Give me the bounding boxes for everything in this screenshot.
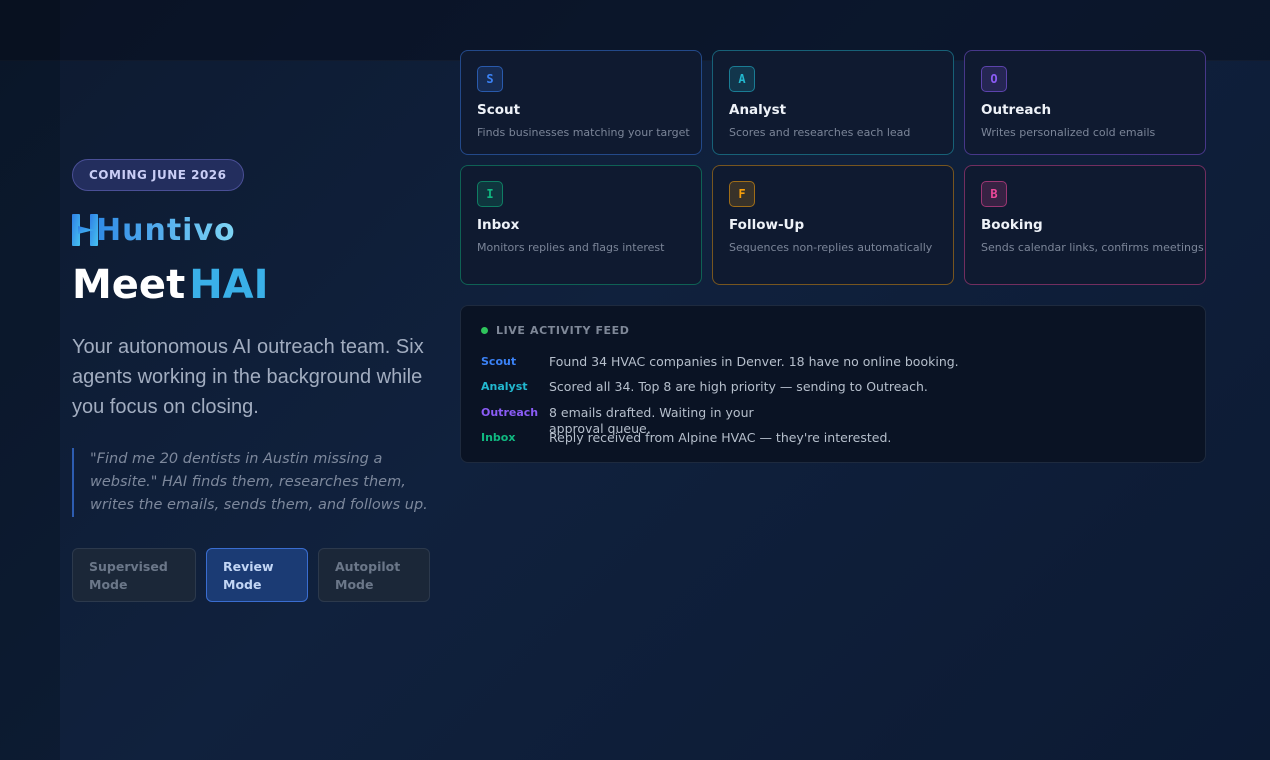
agent-name: Booking bbox=[981, 217, 1043, 233]
title-meet: Meet bbox=[72, 262, 186, 308]
left-strip bbox=[0, 0, 60, 760]
feed-item: Inbox Reply received from Alpine HVAC — … bbox=[481, 430, 1049, 446]
hero-section: COMING JUNE 2026 Huntivo Meet HAI Your au… bbox=[72, 159, 432, 602]
agent-name: Inbox bbox=[477, 217, 520, 233]
agent-name: Follow-Up bbox=[729, 217, 805, 233]
agent-card-analyst: A Analyst Scores and researches each lea… bbox=[712, 50, 954, 155]
feed-header: LIVE ACTIVITY FEED bbox=[481, 324, 1185, 337]
review-mode-button[interactable]: Review Mode bbox=[206, 548, 308, 602]
agent-description: Finds businesses matching your target bbox=[477, 126, 690, 139]
title-hai: HAI bbox=[189, 262, 269, 308]
feed-agent: Analyst bbox=[481, 380, 528, 393]
feed-message: Scored all 34. Top 8 are high priority —… bbox=[549, 379, 928, 394]
agent-description: Sends calendar links, confirms meetings bbox=[981, 241, 1204, 254]
agent-card-booking: B Booking Sends calendar links, confirms… bbox=[964, 165, 1206, 285]
feed-message: Found 34 HVAC companies in Denver. 18 ha… bbox=[549, 354, 959, 369]
feed-item: Scout Found 34 HVAC companies in Denver.… bbox=[481, 354, 1049, 370]
scout-icon: S bbox=[477, 66, 503, 92]
autopilot-mode-button[interactable]: Autopilot Mode bbox=[318, 548, 430, 602]
feed-title: LIVE ACTIVITY FEED bbox=[496, 324, 630, 337]
agent-description: Monitors replies and flags interest bbox=[477, 241, 665, 254]
agent-name: Scout bbox=[477, 102, 521, 118]
feed-message: Reply received from Alpine HVAC — they'r… bbox=[549, 430, 892, 445]
agent-name: Analyst bbox=[729, 102, 787, 118]
hero-description: Your autonomous AI outreach team. Six ag… bbox=[72, 336, 424, 418]
agent-card-inbox: I Inbox Monitors replies and flags inter… bbox=[460, 165, 702, 285]
agent-description: Writes personalized cold emails bbox=[981, 126, 1156, 139]
agent-description: Scores and researches each lead bbox=[729, 126, 911, 139]
agent-name: Outreach bbox=[981, 102, 1052, 118]
live-dot-icon bbox=[481, 327, 488, 334]
outreach-icon: O bbox=[981, 66, 1007, 92]
live-activity-feed: LIVE ACTIVITY FEED Scout Found 34 HVAC c… bbox=[460, 305, 1206, 463]
mode-selector: Supervised Mode Review Mode Autopilot Mo… bbox=[72, 548, 432, 602]
coming-soon-badge: COMING JUNE 2026 bbox=[72, 159, 244, 191]
feed-item: Analyst Scored all 34. Top 8 are high pr… bbox=[481, 379, 1049, 395]
logo-text: Huntivo bbox=[96, 212, 236, 248]
page-title: Meet HAI bbox=[72, 262, 432, 308]
feed-agent: Scout bbox=[481, 355, 517, 368]
analyst-icon: A bbox=[729, 66, 755, 92]
agent-description: Sequences non-replies automatically bbox=[729, 241, 933, 254]
agent-card-scout: S Scout Finds businesses matching your t… bbox=[460, 50, 702, 155]
supervised-mode-button[interactable]: Supervised Mode bbox=[72, 548, 196, 602]
booking-icon: B bbox=[981, 181, 1007, 207]
example-quote: "Find me 20 dentists in Austin missing a… bbox=[72, 448, 430, 517]
agent-cards: S Scout Finds businesses matching your t… bbox=[460, 50, 1206, 285]
logo-h-icon bbox=[72, 214, 98, 246]
follow-up-icon: F bbox=[729, 181, 755, 207]
agent-card-follow-up: F Follow-Up Sequences non-replies automa… bbox=[712, 165, 954, 285]
inbox-icon: I bbox=[477, 181, 503, 207]
feed-agent: Inbox bbox=[481, 431, 516, 444]
brand-logo: Huntivo bbox=[72, 212, 432, 248]
agent-card-outreach: O Outreach Writes personalized cold emai… bbox=[964, 50, 1206, 155]
